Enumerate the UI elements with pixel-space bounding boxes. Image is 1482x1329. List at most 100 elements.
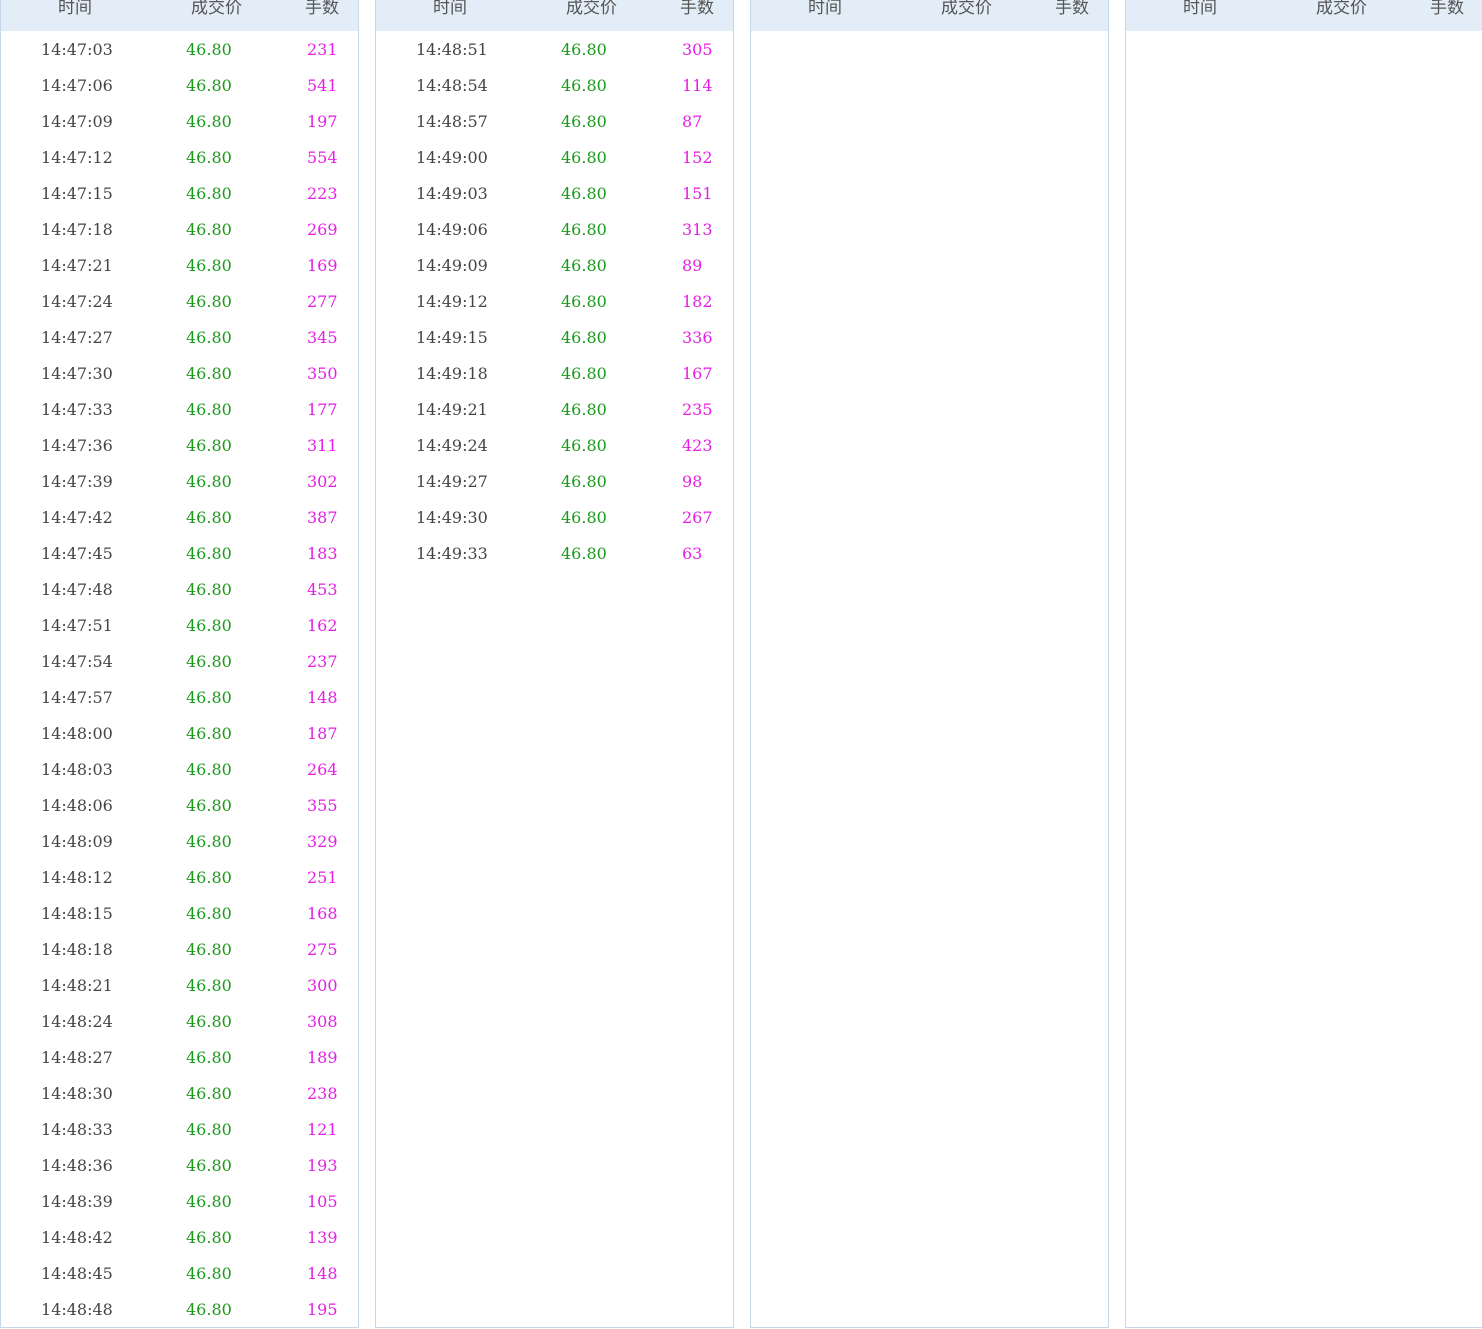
trade-volume: 237 (307, 652, 338, 671)
trade-row: 14:49:15 46.80 336 (376, 320, 733, 356)
trade-price: 46.80 (186, 1012, 232, 1031)
trade-price: 46.80 (186, 364, 232, 383)
trade-row: 14:48:33 46.80 121 (1, 1112, 358, 1148)
trade-volume: 302 (307, 472, 338, 491)
trade-price: 46.80 (186, 1120, 232, 1139)
trade-time: 14:49:33 (416, 544, 488, 563)
trade-row: 14:49:33 46.80 63 (376, 536, 733, 572)
trade-time: 14:47:06 (41, 76, 113, 95)
trade-price: 46.80 (186, 976, 232, 995)
trade-row: 14:49:24 46.80 423 (376, 428, 733, 464)
trade-time: 14:48:21 (41, 976, 113, 995)
trade-price: 46.80 (186, 508, 232, 527)
trade-price: 46.80 (186, 220, 232, 239)
trade-price: 46.80 (561, 400, 607, 419)
header-volume: 手数 (305, 0, 339, 18)
panel-header: 时间 成交价 手数 (751, 0, 1108, 31)
trade-row: 14:49:12 46.80 182 (376, 284, 733, 320)
trade-price: 46.80 (186, 148, 232, 167)
trade-price: 46.80 (186, 796, 232, 815)
trade-price: 46.80 (186, 1300, 232, 1319)
trade-time: 14:47:03 (41, 40, 113, 59)
trade-price: 46.80 (186, 1192, 232, 1211)
trade-price: 46.80 (186, 724, 232, 743)
trade-row: 14:49:06 46.80 313 (376, 212, 733, 248)
trade-price: 46.80 (186, 1156, 232, 1175)
header-time: 时间 (433, 0, 467, 18)
trade-row: 14:49:03 46.80 151 (376, 176, 733, 212)
trade-time: 14:49:21 (416, 400, 488, 419)
trade-volume: 235 (682, 400, 713, 419)
trade-volume: 187 (307, 724, 338, 743)
trade-price: 46.80 (561, 76, 607, 95)
trade-time: 14:47:33 (41, 400, 113, 419)
trade-time: 14:48:24 (41, 1012, 113, 1031)
trade-row: 14:47:57 46.80 148 (1, 680, 358, 716)
trade-volume: 231 (307, 40, 338, 59)
trade-volume: 275 (307, 940, 338, 959)
trade-volume: 423 (682, 436, 713, 455)
trade-time: 14:49:12 (416, 292, 488, 311)
trade-row: 14:47:18 46.80 269 (1, 212, 358, 248)
trade-price: 46.80 (561, 472, 607, 491)
trade-volume: 162 (307, 616, 338, 635)
trade-time: 14:47:12 (41, 148, 113, 167)
trade-volume: 182 (682, 292, 713, 311)
trade-time: 14:49:00 (416, 148, 488, 167)
trade-row: 14:48:57 46.80 87 (376, 104, 733, 140)
trade-row: 14:47:36 46.80 311 (1, 428, 358, 464)
trade-row: 14:49:18 46.80 167 (376, 356, 733, 392)
trade-volume: 311 (307, 436, 338, 455)
trade-time: 14:49:03 (416, 184, 488, 203)
trade-volume: 151 (682, 184, 713, 203)
trade-row: 14:48:03 46.80 264 (1, 752, 358, 788)
trade-time: 14:47:30 (41, 364, 113, 383)
trade-row: 14:47:51 46.80 162 (1, 608, 358, 644)
trade-row: 14:48:00 46.80 187 (1, 716, 358, 752)
trade-row: 14:49:27 46.80 98 (376, 464, 733, 500)
trade-price: 46.80 (561, 508, 607, 527)
header-price: 成交价 (941, 0, 992, 18)
trade-time: 14:47:57 (41, 688, 113, 707)
trade-panel-2: 时间 成交价 手数 14:48:51 46.80 305 14:48:54 46.80 1… (375, 0, 734, 1328)
trade-row: 14:48:30 46.80 238 (1, 1076, 358, 1112)
panel-header: 时间 成交价 手数 (1, 0, 358, 31)
trade-time: 14:47:27 (41, 328, 113, 347)
trade-price: 46.80 (561, 256, 607, 275)
trade-volume: 313 (682, 220, 713, 239)
trade-volume: 148 (307, 688, 338, 707)
trade-price: 46.80 (186, 652, 232, 671)
trade-volume: 264 (307, 760, 338, 779)
trade-volume: 238 (307, 1084, 338, 1103)
trade-price: 46.80 (186, 688, 232, 707)
trade-row: 14:47:45 46.80 183 (1, 536, 358, 572)
trade-price: 46.80 (186, 184, 232, 203)
trade-time: 14:47:18 (41, 220, 113, 239)
trade-volume: 121 (307, 1120, 338, 1139)
trade-volume: 177 (307, 400, 338, 419)
trade-price: 46.80 (561, 328, 607, 347)
trade-volume: 195 (307, 1300, 338, 1319)
trade-price: 46.80 (561, 40, 607, 59)
trade-panel-4: 时间 成交价 手数 (1125, 0, 1482, 1328)
trade-row: 14:48:54 46.80 114 (376, 68, 733, 104)
trade-volume: 223 (307, 184, 338, 203)
trade-price: 46.80 (186, 292, 232, 311)
trade-price: 46.80 (186, 832, 232, 851)
trade-volume: 267 (682, 508, 713, 527)
trade-row: 14:48:42 46.80 139 (1, 1220, 358, 1256)
trade-time: 14:48:48 (41, 1300, 113, 1319)
trade-price: 46.80 (186, 112, 232, 131)
trade-row: 14:48:48 46.80 195 (1, 1292, 358, 1328)
trade-time: 14:47:36 (41, 436, 113, 455)
trade-row: 14:48:27 46.80 189 (1, 1040, 358, 1076)
trade-time: 14:47:54 (41, 652, 113, 671)
trade-volume: 63 (682, 544, 703, 563)
trade-row: 14:48:45 46.80 148 (1, 1256, 358, 1292)
trade-price: 46.80 (186, 1264, 232, 1283)
trade-row: 14:47:03 46.80 231 (1, 32, 358, 68)
trade-volume: 183 (307, 544, 338, 563)
trade-time: 14:47:51 (41, 616, 113, 635)
trade-price: 46.80 (186, 580, 232, 599)
trade-price: 46.80 (186, 328, 232, 347)
